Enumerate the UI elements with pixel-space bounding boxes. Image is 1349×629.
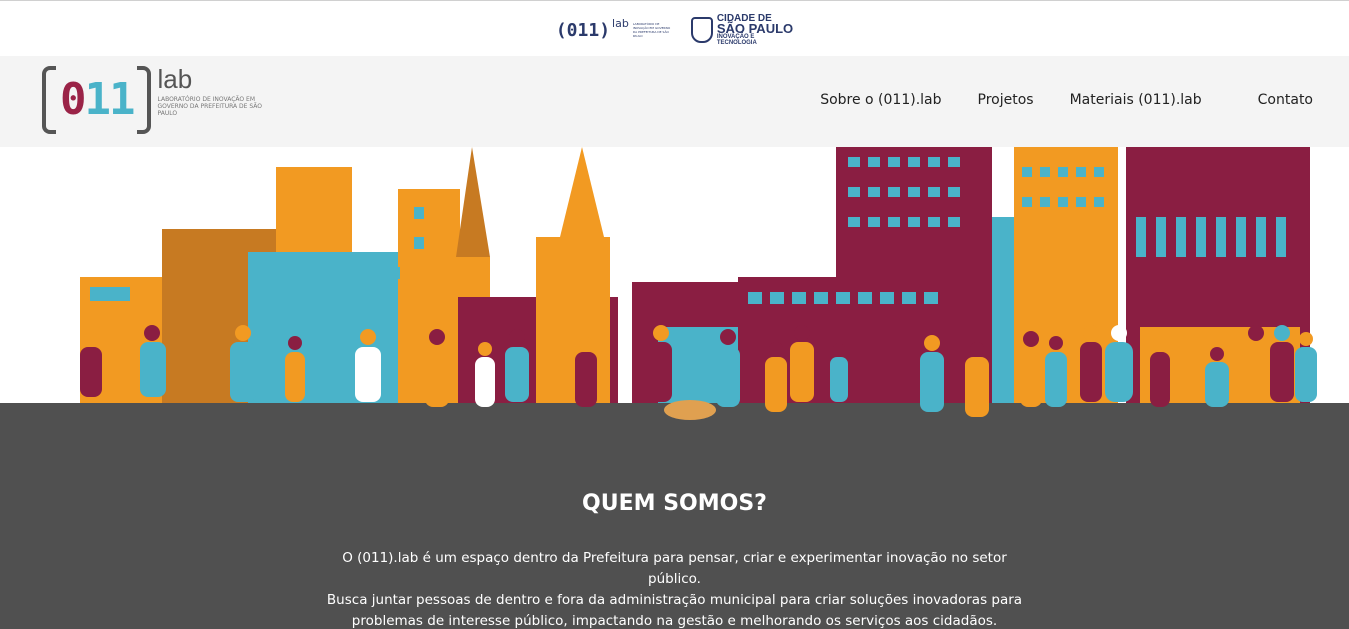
city-logo[interactable]: CIDADE DE SÃO PAULO INOVAÇÃO E TECNOLOGI… xyxy=(690,14,794,46)
nav-sobre[interactable]: Sobre o (011).lab xyxy=(820,92,941,108)
partner-lab-logo[interactable]: (011) lab LABORATÓRIO DE INOVAÇÃO EM GOV… xyxy=(555,16,673,41)
partner-lab-subtitle: LABORATÓRIO DE INOVAÇÃO EM GOVERNO DA PR… xyxy=(632,22,671,38)
city-seal-icon xyxy=(690,17,713,43)
about-line-1: O (011).lab é um espaço dentro da Prefei… xyxy=(342,550,1007,587)
logo-bracket-left xyxy=(42,66,56,134)
nav-materiais[interactable]: Materiais (011).lab xyxy=(1070,92,1202,108)
about-line-2: Busca juntar pessoas de dentro e fora da… xyxy=(326,592,1023,608)
logo-digit-zero: 0 xyxy=(60,74,86,125)
about-section: QUEM SOMOS? O (011).lab é um espaço dent… xyxy=(0,461,1349,629)
logo-digit-ones: 11 xyxy=(84,74,136,125)
partner-lab-mark: (011) xyxy=(555,19,611,41)
about-line-3: problemas de interesse público, impactan… xyxy=(351,613,998,629)
logo-bracket-right xyxy=(137,66,152,134)
logo-digits: 011 xyxy=(60,66,136,134)
city-line4: TECNOLOGIA xyxy=(716,40,757,46)
main-nav: Sobre o (011).lab Projetos Materiais (01… xyxy=(820,92,1313,108)
logo-description: LABORATÓRIO DE INOVAÇÃO EM GOVERNO DA PR… xyxy=(157,96,263,117)
about-text: O (011).lab é um espaço dentro da Prefei… xyxy=(315,548,1035,629)
site-header: 011 lab LABORATÓRIO DE INOVAÇÃO EM GOVER… xyxy=(0,56,1349,147)
partner-bar: (011) lab LABORATÓRIO DE INOVAÇÃO EM GOV… xyxy=(0,4,1349,56)
city-skyline-illustration xyxy=(0,147,1349,461)
about-title: QUEM SOMOS? xyxy=(582,491,767,516)
logo-lab: lab xyxy=(157,64,193,94)
city-line2: SÃO PAULO xyxy=(716,21,794,36)
partner-lab-label: lab xyxy=(612,16,629,30)
nav-contato[interactable]: Contato xyxy=(1258,92,1313,108)
nav-projetos[interactable]: Projetos xyxy=(978,92,1034,108)
hero-illustration xyxy=(0,147,1349,461)
site-logo[interactable]: 011 lab LABORATÓRIO DE INOVAÇÃO EM GOVER… xyxy=(42,66,267,134)
